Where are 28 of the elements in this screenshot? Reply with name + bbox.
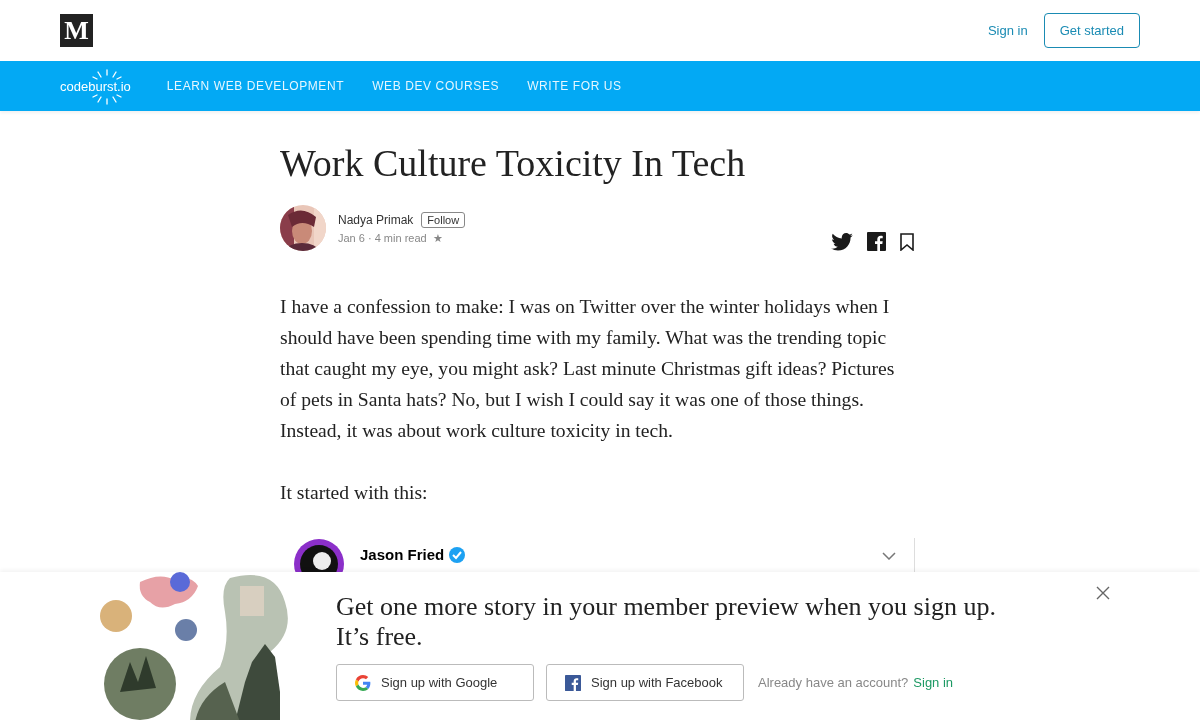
bookmark-icon[interactable] bbox=[900, 232, 914, 251]
post-meta: Jan 6 · 4 min read bbox=[338, 231, 427, 245]
banner-heading: Get one more story in your member preview when you sign up. It’s free. bbox=[336, 592, 997, 652]
sign-in-link[interactable]: Sign in bbox=[913, 675, 954, 690]
verified-badge-icon bbox=[448, 546, 467, 564]
sign-in-link[interactable]: Sign in bbox=[987, 23, 1028, 38]
chevron-down-icon[interactable] bbox=[882, 552, 896, 560]
medium-logo[interactable]: M bbox=[60, 14, 93, 47]
nav-link[interactable]: LEARN WEB DEVELOPMENT bbox=[166, 79, 345, 93]
star-glyph: ★ bbox=[432, 231, 443, 245]
paragraph: I have a confession to make: I was on Twitter over the winter holidays when I should have been spending time with my family. What was the trending topic that caught my eye, you might ask? Last minute Christmas gift ideas? Pictures of pets in Santa hats? No, but I wish I could say it was one of those things. Instead, it was about work culture toxicity in tech. bbox=[280, 295, 896, 443]
google-logo-icon bbox=[355, 674, 371, 691]
author-name[interactable]: Nadya Primak bbox=[338, 212, 414, 227]
account-prompt: Already have an account? bbox=[758, 675, 909, 690]
facebook-signup-button[interactable]: Sign up with Facebook bbox=[546, 664, 744, 701]
facebook-icon[interactable] bbox=[867, 232, 886, 251]
tweet-author[interactable]: Jason Fried bbox=[360, 546, 445, 563]
paragraph: It started with this: bbox=[280, 481, 429, 505]
twitter-icon[interactable] bbox=[831, 232, 853, 251]
nav-link[interactable]: WRITE FOR US bbox=[527, 79, 622, 93]
nav-link[interactable]: WEB DEV COURSES bbox=[372, 79, 500, 93]
get-started-button[interactable]: Get started bbox=[1043, 13, 1140, 48]
close-icon[interactable] bbox=[1096, 586, 1110, 600]
publication-logo[interactable]: codeburst.io bbox=[60, 78, 131, 94]
follow-button[interactable]: Follow bbox=[421, 211, 466, 228]
article-title: Work Culture Toxicity In Tech bbox=[280, 141, 747, 185]
facebook-logo-icon bbox=[565, 674, 581, 691]
google-signup-button[interactable]: Sign up with Google bbox=[336, 664, 534, 701]
